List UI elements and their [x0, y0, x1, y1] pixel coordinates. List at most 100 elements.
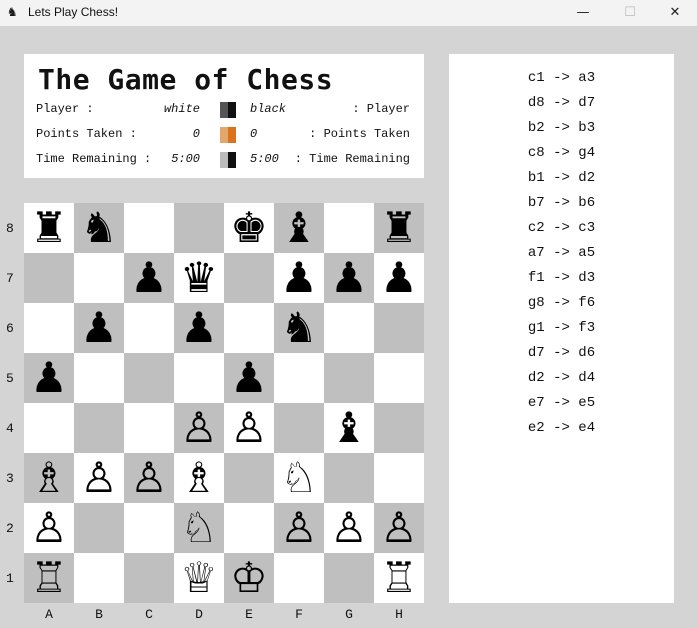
- move-entry: c8 -> g4: [527, 145, 596, 161]
- white-king-e1[interactable]: ♔: [224, 553, 274, 603]
- move-entry: g8 -> f6: [527, 295, 596, 311]
- square-f1[interactable]: [274, 553, 324, 603]
- white-pawn-d4[interactable]: ♙: [174, 403, 224, 453]
- square-a7[interactable]: [24, 253, 74, 303]
- white-pawn-h2[interactable]: ♙: [374, 503, 424, 553]
- square-e6[interactable]: [224, 303, 274, 353]
- black-bishop-f8[interactable]: ♝: [274, 203, 324, 253]
- rank-label-7: 7: [6, 271, 14, 286]
- white-pawn-f2[interactable]: ♙: [274, 503, 324, 553]
- black-pawn-g7[interactable]: ♟: [324, 253, 374, 303]
- square-g5[interactable]: [324, 353, 374, 403]
- black-pawn-a5[interactable]: ♟: [24, 353, 74, 403]
- time-black: 5:00: [250, 152, 279, 166]
- white-pawn-a2[interactable]: ♙: [24, 503, 74, 553]
- square-d5[interactable]: [174, 353, 224, 403]
- points-color-swatch: [220, 127, 236, 143]
- black-pawn-d6[interactable]: ♟: [174, 303, 224, 353]
- square-e2[interactable]: [224, 503, 274, 553]
- white-bishop-a3[interactable]: ♗: [24, 453, 74, 503]
- white-pawn-b3[interactable]: ♙: [74, 453, 124, 503]
- white-pawn-g2[interactable]: ♙: [324, 503, 374, 553]
- white-pawn-e4[interactable]: ♙: [224, 403, 274, 453]
- rank-label-5: 5: [6, 371, 14, 386]
- white-rook-a1[interactable]: ♖: [24, 553, 74, 603]
- rank-label-4: 4: [6, 421, 14, 436]
- black-pawn-c7[interactable]: ♟: [124, 253, 174, 303]
- window-title: Lets Play Chess!: [28, 5, 119, 19]
- black-pawn-h7[interactable]: ♟: [374, 253, 424, 303]
- black-pawn-e5[interactable]: ♟: [224, 353, 274, 403]
- square-b5[interactable]: [74, 353, 124, 403]
- player-black: black: [250, 102, 287, 116]
- square-g8[interactable]: [324, 203, 374, 253]
- player-white: white: [163, 102, 200, 116]
- move-entry: g1 -> f3: [527, 320, 596, 336]
- black-pawn-f7[interactable]: ♟: [274, 253, 324, 303]
- white-pawn-c3[interactable]: ♙: [124, 453, 174, 503]
- player-label-right: : Player: [352, 102, 410, 116]
- maximize-button[interactable]: ☐: [607, 0, 653, 26]
- file-label-a: A: [45, 607, 53, 622]
- rank-label-2: 2: [6, 521, 14, 536]
- square-g1[interactable]: [324, 553, 374, 603]
- points-black: 0: [250, 127, 258, 141]
- black-knight-f6[interactable]: ♞: [274, 303, 324, 353]
- square-h5[interactable]: [374, 353, 424, 403]
- black-king-e8[interactable]: ♚: [224, 203, 274, 253]
- white-queen-d1[interactable]: ♕: [174, 553, 224, 603]
- time-color-swatch: [220, 152, 236, 168]
- minimize-button[interactable]: —: [560, 0, 606, 26]
- black-queen-d7[interactable]: ♛: [174, 253, 224, 303]
- square-b2[interactable]: [74, 503, 124, 553]
- close-button[interactable]: ✕: [652, 0, 697, 26]
- square-a4[interactable]: [24, 403, 74, 453]
- move-entry: b7 -> b6: [527, 195, 596, 211]
- maximize-icon: ☐: [624, 5, 636, 20]
- chess-board[interactable]: ♜ ♞ ♚ ♝ ♜ ♟ ♛ ♟ ♟ ♟ ♟ ♟ ♞ ♟ ♟ ♙ ♙ ♝ ♗ ♙ ♙ ♗ ♘ ♙ ♘ ♙ ♙ ♙ ♖ ♕ ♔ ♖: [24, 203, 424, 603]
- square-e3[interactable]: [224, 453, 274, 503]
- white-bishop-d3[interactable]: ♗: [174, 453, 224, 503]
- square-c6[interactable]: [124, 303, 174, 353]
- square-b7[interactable]: [74, 253, 124, 303]
- square-c1[interactable]: [124, 553, 174, 603]
- square-g6[interactable]: [324, 303, 374, 353]
- player-color-swatch: [220, 102, 236, 118]
- square-b4[interactable]: [74, 403, 124, 453]
- file-label-c: C: [145, 607, 153, 622]
- square-c4[interactable]: [124, 403, 174, 453]
- move-entry: c1 -> a3: [527, 70, 596, 86]
- square-c8[interactable]: [124, 203, 174, 253]
- move-entry: c2 -> c3: [527, 220, 596, 236]
- square-c5[interactable]: [124, 353, 174, 403]
- black-rook-a8[interactable]: ♜: [24, 203, 74, 253]
- square-a6[interactable]: [24, 303, 74, 353]
- black-bishop-g4[interactable]: ♝: [324, 403, 374, 453]
- square-f4[interactable]: [274, 403, 324, 453]
- black-rook-h8[interactable]: ♜: [374, 203, 424, 253]
- white-rook-h1[interactable]: ♖: [374, 553, 424, 603]
- move-entry: f1 -> d3: [527, 270, 596, 286]
- square-d8[interactable]: [174, 203, 224, 253]
- square-c2[interactable]: [124, 503, 174, 553]
- move-entry: b2 -> b3: [527, 120, 596, 136]
- black-pawn-b6[interactable]: ♟: [74, 303, 124, 353]
- white-knight-d2[interactable]: ♘: [174, 503, 224, 553]
- square-e7[interactable]: [224, 253, 274, 303]
- player-row: Player : white black : Player: [24, 102, 424, 120]
- file-label-f: F: [295, 607, 303, 622]
- close-icon: ✕: [669, 5, 681, 20]
- square-g3[interactable]: [324, 453, 374, 503]
- black-knight-b8[interactable]: ♞: [74, 203, 124, 253]
- move-entry: b1 -> d2: [527, 170, 596, 186]
- square-h6[interactable]: [374, 303, 424, 353]
- title-bar: ♞ Lets Play Chess! — ☐ ✕: [0, 0, 697, 26]
- square-h3[interactable]: [374, 453, 424, 503]
- app-icon: ♞: [8, 4, 17, 20]
- square-f5[interactable]: [274, 353, 324, 403]
- file-label-d: D: [195, 607, 203, 622]
- white-knight-f3[interactable]: ♘: [274, 453, 324, 503]
- square-h4[interactable]: [374, 403, 424, 453]
- square-b1[interactable]: [74, 553, 124, 603]
- file-label-b: B: [95, 607, 103, 622]
